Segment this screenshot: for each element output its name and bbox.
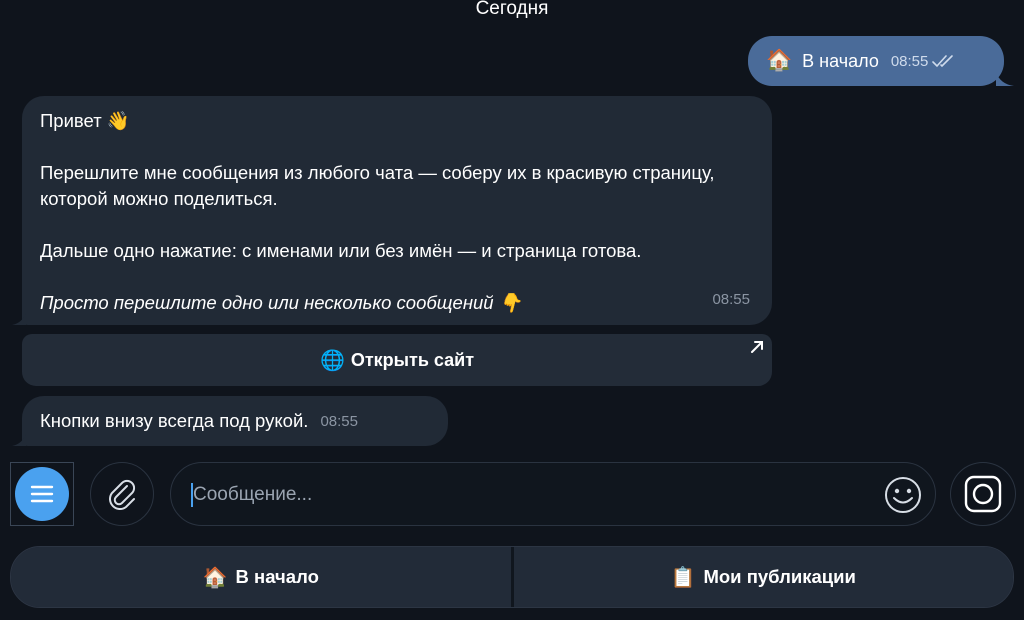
open-site-label: Открыть сайт <box>350 349 475 370</box>
camera-button[interactable] <box>950 462 1016 526</box>
date-header: Сегодня <box>475 0 549 19</box>
incoming-bubble-tail <box>12 434 26 446</box>
clipboard-emoji: 📋 <box>670 566 696 589</box>
emoji-button[interactable] <box>881 473 925 517</box>
incoming-message-welcome[interactable]: Привет 👋 Перешлите мне сообщения из любо… <box>22 96 772 325</box>
house-emoji: 🏠 <box>202 566 228 589</box>
incoming-message-time: 08:55 <box>712 291 750 308</box>
message-paragraph-1: Перешлите мне сообщения из любого чата —… <box>40 162 715 209</box>
keyboard-button-publications-label: Мои публикации <box>703 566 856 587</box>
emoji-icon <box>885 477 921 513</box>
open-external-icon <box>751 341 763 353</box>
camera-icon <box>964 475 1002 513</box>
message-input[interactable]: Сообщение... <box>170 462 936 526</box>
keyboard-button-home-label: В начало <box>235 566 319 587</box>
outgoing-message-text: В начало <box>802 50 879 71</box>
hint-message-text: Кнопки внизу всегда под рукой. <box>40 410 309 431</box>
paperclip-icon <box>109 479 136 510</box>
keyboard-button-publications[interactable]: 📋 Мои публикации <box>513 547 1013 607</box>
outgoing-bubble-tail <box>996 72 1014 86</box>
bot-menu-button[interactable] <box>10 462 74 526</box>
message-paragraph-2: Дальше одно нажатие: с именами или без и… <box>40 240 642 261</box>
globe-emoji: 🌐 <box>319 349 345 372</box>
reply-keyboard: 🏠 В начало 📋 Мои публикации <box>10 546 1014 608</box>
double-check-icon <box>932 54 958 68</box>
house-emoji: 🏠 <box>766 49 793 72</box>
message-greeting: Привет 👋 <box>40 110 130 131</box>
incoming-bubble-tail <box>12 313 26 325</box>
open-site-button[interactable]: 🌐 Открыть сайт <box>22 334 772 386</box>
incoming-message-hint[interactable]: Кнопки внизу всегда под рукой. 08:55 <box>22 396 448 446</box>
message-input-placeholder: Сообщение... <box>193 484 313 505</box>
outgoing-message-time: 08:55 <box>890 52 929 70</box>
message-paragraph-3: Просто перешлите одно или несколько сооб… <box>40 292 522 313</box>
menu-icon <box>30 485 54 503</box>
keyboard-button-home[interactable]: 🏠 В начало <box>11 547 514 607</box>
attach-button[interactable] <box>90 462 154 526</box>
outgoing-message[interactable]: 🏠 В начало 08:55 <box>748 36 1004 86</box>
hint-message-time: 08:55 <box>320 412 358 430</box>
